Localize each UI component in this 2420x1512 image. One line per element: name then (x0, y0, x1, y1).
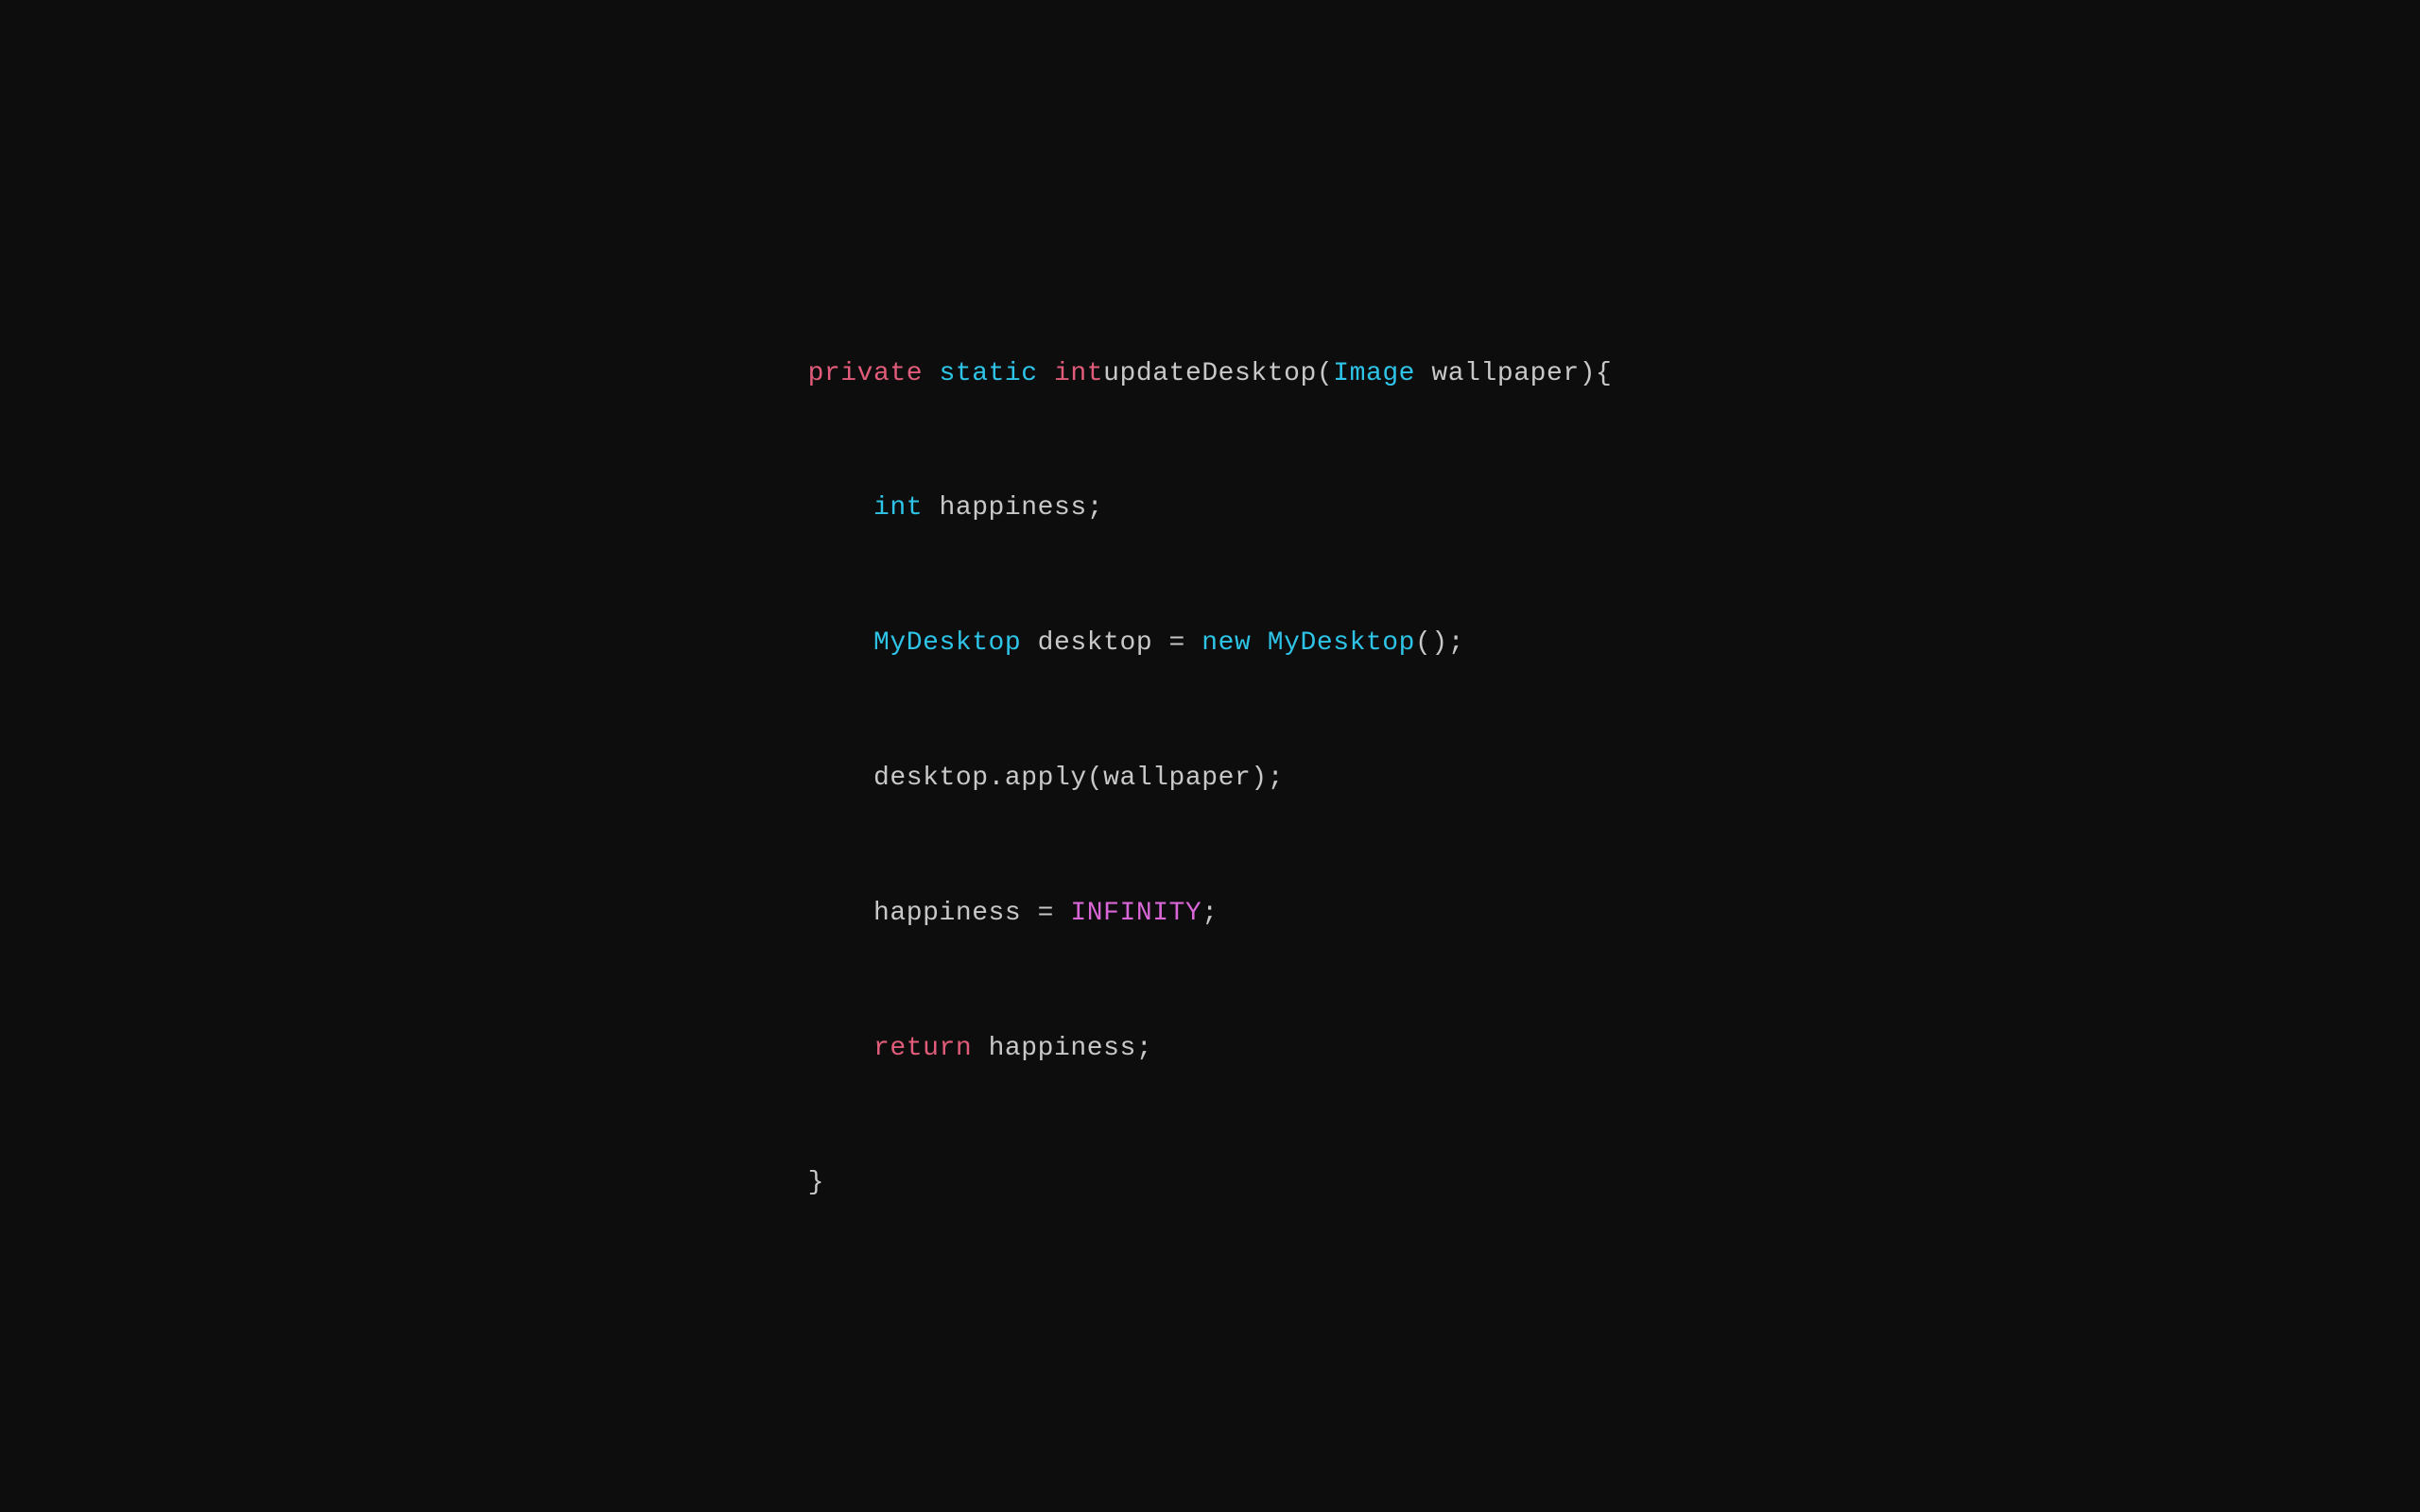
code-line-3: MyDesktop desktop = new MyDesktop(); (808, 621, 1613, 666)
code-line-7: } (808, 1160, 1613, 1206)
closing-brace: } (808, 1168, 824, 1197)
keyword-new: new (1201, 628, 1251, 658)
indent-line6 (808, 1034, 873, 1063)
indent-line2 (808, 493, 873, 523)
code-line-4: desktop.apply(wallpaper); (808, 756, 1613, 801)
indent-line4 (808, 764, 873, 793)
code-line-2: int happiness; (808, 486, 1613, 531)
keyword-private: private (808, 359, 924, 388)
keyword-int-line2: int (873, 493, 923, 523)
code-line-5: happiness = INFINITY; (808, 891, 1613, 936)
code-block: private static intupdateDesktop(Image wa… (808, 261, 1613, 1250)
space2 (1038, 359, 1054, 388)
plain-happiness-eq: happiness = (873, 899, 1070, 928)
keyword-int-line1: int (1054, 359, 1103, 388)
plain-wallpaper: wallpaper){ (1415, 359, 1612, 388)
indent-line3 (808, 628, 873, 658)
plain-return-happiness: happiness; (972, 1034, 1152, 1063)
keyword-static: static (939, 359, 1037, 388)
plain-parens: (); (1415, 628, 1464, 658)
indent-line5 (808, 899, 873, 928)
code-line-6: return happiness; (808, 1026, 1613, 1072)
space-new (1251, 628, 1267, 658)
plain-happiness: happiness; (923, 493, 1103, 523)
type-image: Image (1333, 359, 1415, 388)
type-mydesktop-1: MyDesktop (873, 628, 1021, 658)
code-line-1: private static intupdateDesktop(Image wa… (808, 352, 1613, 397)
plain-apply: desktop.apply(wallpaper); (873, 764, 1284, 793)
constant-infinity: INFINITY (1070, 899, 1201, 928)
type-mydesktop-2: MyDesktop (1268, 628, 1415, 658)
space1 (923, 359, 939, 388)
plain-updatedesktop: updateDesktop( (1103, 359, 1333, 388)
plain-semicolon5: ; (1201, 899, 1218, 928)
plain-desktop-eq: desktop = (1021, 628, 1201, 658)
keyword-return: return (873, 1034, 972, 1063)
